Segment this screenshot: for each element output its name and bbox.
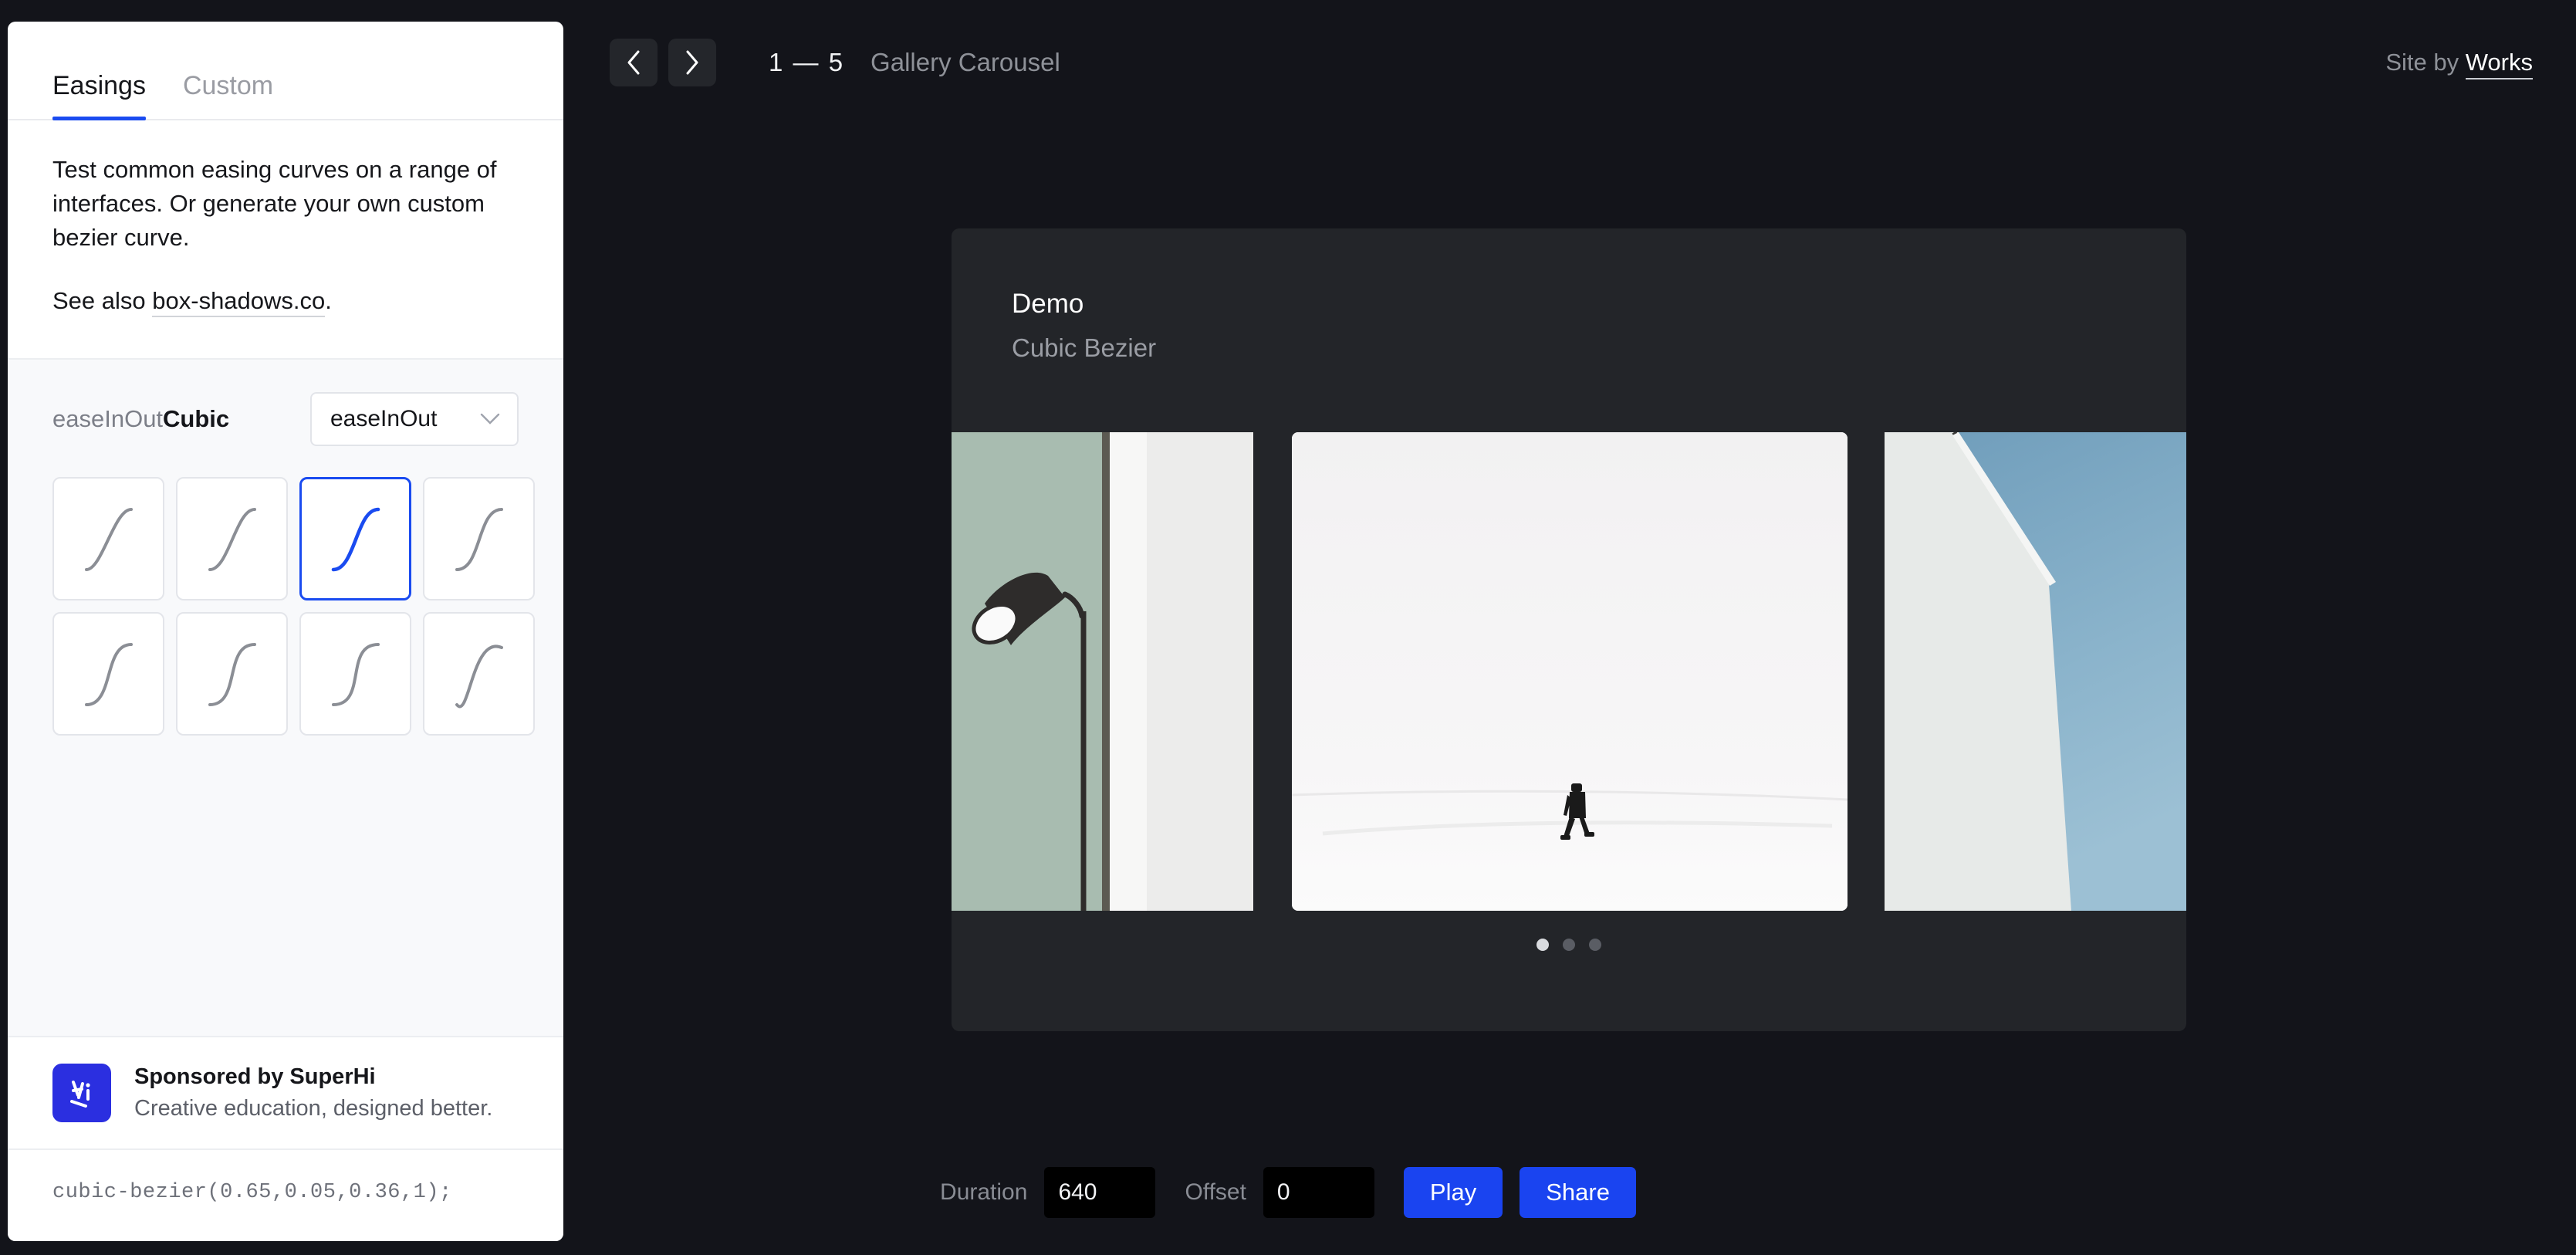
demo-title: Demo	[1012, 289, 1083, 320]
easing-card-1[interactable]	[176, 477, 288, 600]
playback-controls: Duration Offset Play Share	[0, 1167, 2576, 1218]
offset-input[interactable]	[1263, 1167, 1374, 1218]
chevron-down-icon	[480, 413, 500, 425]
see-also-line: See also box-shadows.co.	[52, 284, 519, 318]
carousel-slide-3[interactable]	[1885, 432, 2186, 911]
share-button[interactable]: Share	[1520, 1167, 1636, 1218]
next-button[interactable]	[668, 39, 716, 86]
carousel-dot-1[interactable]	[1536, 939, 1549, 951]
carousel-slide-1[interactable]	[952, 432, 1253, 911]
sidebar-panel: Easings Custom Test common easing curves…	[8, 22, 563, 1241]
demo-subtitle: Cubic Bezier	[1012, 333, 1156, 363]
easing-card-2[interactable]	[299, 477, 411, 600]
sponsor-subtitle: Creative education, designed better.	[134, 1096, 492, 1121]
site-credit: Site by Works	[2385, 49, 2533, 76]
play-button[interactable]: Play	[1404, 1167, 1503, 1218]
see-also-suffix: .	[325, 287, 332, 314]
easing-card-3[interactable]	[423, 477, 535, 600]
page-title: Gallery Carousel	[870, 48, 1060, 77]
carousel-dot-3[interactable]	[1589, 939, 1601, 951]
chevron-right-icon	[684, 49, 701, 76]
carousel-dot-2[interactable]	[1563, 939, 1575, 951]
description-paragraph: Test common easing curves on a range of …	[52, 153, 519, 255]
app-root: Easings Custom Test common easing curves…	[0, 0, 2576, 1255]
slide-counter: 1 — 5	[769, 48, 844, 77]
superhi-logo-icon	[52, 1064, 111, 1122]
top-header: 1 — 5 Gallery Carousel Site by Works	[610, 36, 2533, 90]
easing-card-0[interactable]	[52, 477, 164, 600]
easing-curve-grid	[52, 477, 519, 736]
carousel-slides	[952, 432, 2186, 710]
see-also-prefix: See also	[52, 287, 152, 314]
sponsor-banner[interactable]: Sponsored by SuperHi Creative education,…	[8, 1036, 563, 1148]
easings-panel: easeInOutCubic easeInOut	[8, 360, 563, 1036]
duration-input[interactable]	[1044, 1167, 1155, 1218]
chevron-left-icon	[625, 49, 642, 76]
easing-name-prefix: easeInOut	[52, 405, 163, 432]
site-credit-prefix: Site by	[2385, 49, 2465, 76]
prev-button[interactable]	[610, 39, 658, 86]
sidebar-tabs: Easings Custom	[8, 22, 563, 120]
works-link[interactable]: Works	[2466, 49, 2533, 79]
box-shadows-link[interactable]: box-shadows.co	[152, 287, 325, 317]
easing-card-6[interactable]	[299, 612, 411, 736]
easing-card-5[interactable]	[176, 612, 288, 736]
tab-custom[interactable]: Custom	[183, 73, 273, 119]
easing-name-suffix: Cubic	[163, 405, 229, 432]
carousel-dots	[952, 939, 2186, 951]
demo-card: Demo Cubic Bezier	[952, 228, 2186, 1031]
current-easing-name: easeInOutCubic	[52, 405, 229, 433]
easings-header: easeInOutCubic easeInOut	[52, 392, 519, 446]
sponsor-text: Sponsored by SuperHi Creative education,…	[134, 1064, 492, 1121]
easing-card-7[interactable]	[423, 612, 535, 736]
offset-label: Offset	[1185, 1179, 1246, 1206]
duration-label: Duration	[940, 1179, 1027, 1206]
sponsor-title: Sponsored by SuperHi	[134, 1064, 492, 1090]
carousel-slide-2[interactable]	[1292, 432, 1847, 911]
easing-type-value: easeInOut	[330, 406, 437, 432]
easing-type-select[interactable]: easeInOut	[310, 392, 519, 446]
tab-easings[interactable]: Easings	[52, 73, 146, 119]
easing-card-4[interactable]	[52, 612, 164, 736]
sidebar-description: Test common easing curves on a range of …	[8, 120, 563, 360]
